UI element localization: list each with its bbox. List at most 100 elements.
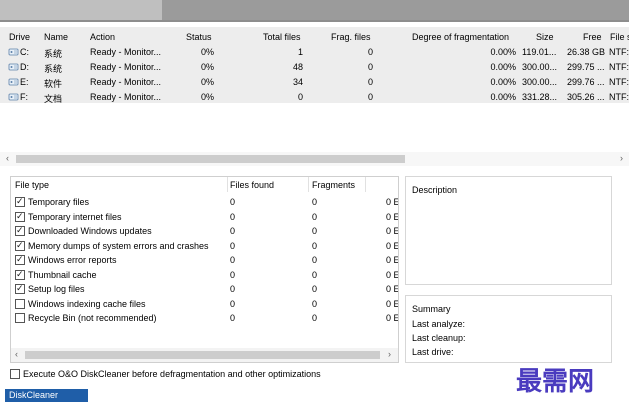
file-type-checkbox[interactable]: ✓ xyxy=(15,239,25,251)
files-found-value: 0 xyxy=(230,313,236,323)
drive-size: 300.00... xyxy=(522,62,558,72)
drive-degree: 0.00% xyxy=(490,77,516,87)
file-type-scrollbar[interactable]: ‹ › xyxy=(11,348,398,362)
file-type-checkbox[interactable]: ✓ xyxy=(15,254,25,265)
drive-size: 331.28... xyxy=(522,92,558,102)
drive-status: 0% xyxy=(200,47,214,57)
drive-total-files: 34 xyxy=(292,77,303,87)
file-type-label: Recycle Bin (not recommended) xyxy=(28,313,157,323)
col-free[interactable]: Free xyxy=(583,32,602,44)
col-files-found[interactable]: Files found xyxy=(230,180,274,192)
drive-row[interactable]: F: 文档 Ready - Monitor... 0% 0 0 0.00% 331.28...… xyxy=(0,91,629,105)
drive-row[interactable]: C: 系统 Ready - Monitor... 0% 1 0 0.00% 119.01...… xyxy=(0,46,629,60)
fragments-value: 0 xyxy=(312,211,318,222)
scroll-left-icon[interactable]: ‹ xyxy=(15,349,18,359)
file-type-row[interactable]: ✓ Temporary files 0 0 0 E xyxy=(11,196,398,210)
file-type-row[interactable]: ✓ Temporary internet files 0 0 0 E xyxy=(11,211,398,225)
scroll-right-icon[interactable]: › xyxy=(620,153,623,163)
drive-letter: F: xyxy=(20,92,28,102)
size-value: 0 E xyxy=(386,298,398,309)
drive-frag-files: 0 xyxy=(367,77,373,87)
drive-size: 300.00... xyxy=(522,77,558,87)
drive-row[interactable]: E: 软件 Ready - Monitor... 0% 34 0 0.00% 300.00..… xyxy=(0,76,629,90)
drive-icon xyxy=(8,63,19,71)
file-type-checkbox[interactable]: ✓ xyxy=(15,210,25,222)
file-type-label: Setup log files xyxy=(28,284,85,294)
col-drive[interactable]: Drive xyxy=(9,32,30,44)
file-type-row[interactable]: Windows indexing cache files 0 0 0 E xyxy=(11,298,398,312)
column-divider xyxy=(227,177,228,192)
file-type-row[interactable]: Recycle Bin (not recommended) 0 0 0 E xyxy=(11,312,398,326)
file-type-row[interactable]: ✓ Downloaded Windows updates 0 0 0 E xyxy=(11,225,398,239)
file-type-row[interactable]: ✓ Setup log files 0 0 0 E xyxy=(11,283,398,297)
execute-checkbox[interactable] xyxy=(10,369,20,379)
file-type-label: Thumbnail cache xyxy=(28,269,97,280)
drive-letter: C: xyxy=(20,47,29,57)
scroll-right-icon[interactable]: › xyxy=(388,349,391,359)
col-name[interactable]: Name xyxy=(44,32,68,44)
fragments-value: 0 xyxy=(312,269,318,280)
file-type-checkbox[interactable]: ✓ xyxy=(15,283,25,294)
size-value: 0 E xyxy=(386,284,398,294)
drive-row[interactable]: D: 系统 Ready - Monitor... 0% 48 0 0.00% 300.00..… xyxy=(0,61,629,75)
check-icon: ✓ xyxy=(16,283,24,293)
description-title: Description xyxy=(412,185,458,195)
drive-name: 系统 xyxy=(44,64,63,74)
check-icon: ✓ xyxy=(16,225,24,235)
scroll-thumb[interactable] xyxy=(16,155,405,163)
drive-icon xyxy=(8,48,19,56)
file-type-checkbox[interactable]: ✓ xyxy=(15,196,25,207)
tab-diskcleaner-label: DiskCleaner xyxy=(9,390,59,400)
col-status[interactable]: Status xyxy=(186,32,212,44)
drive-status: 0% xyxy=(200,77,214,87)
file-type-label: Downloaded Windows updates xyxy=(28,226,152,236)
check-icon: ✓ xyxy=(16,239,24,250)
drive-free: 305.26 ... xyxy=(567,92,605,102)
tab-diskcleaner[interactable]: DiskCleaner xyxy=(5,389,88,402)
check-icon: ✓ xyxy=(16,196,24,206)
file-type-row[interactable]: ✓ Memory dumps of system errors and crash… xyxy=(11,240,398,254)
col-frag-files[interactable]: Frag. files xyxy=(331,32,371,44)
file-type-checkbox[interactable]: ✓ xyxy=(15,225,25,236)
file-type-row[interactable]: ✓ Windows error reports 0 0 0 E xyxy=(11,254,398,268)
files-found-value: 0 xyxy=(230,211,236,222)
file-type-row[interactable]: ✓ Thumbnail cache 0 0 0 E xyxy=(11,269,398,283)
drive-letter: D: xyxy=(20,62,29,72)
file-type-checkbox[interactable] xyxy=(15,313,25,323)
drive-fs: NTF: xyxy=(609,92,629,102)
file-type-checkbox[interactable] xyxy=(15,298,25,309)
file-type-label: Windows error reports xyxy=(28,255,117,265)
scroll-left-icon[interactable]: ‹ xyxy=(6,153,9,163)
col-degree[interactable]: Degree of fragmentation xyxy=(412,32,509,44)
last-drive-label: Last drive: xyxy=(412,347,454,357)
drive-total-files: 48 xyxy=(292,62,303,72)
drive-free: 299.76 ... xyxy=(567,77,605,87)
drive-degree: 0.00% xyxy=(490,62,516,72)
drive-frag-files: 0 xyxy=(367,62,373,72)
col-total-files[interactable]: Total files xyxy=(263,32,301,44)
col-file-type[interactable]: File type xyxy=(15,180,49,192)
check-icon: ✓ xyxy=(16,254,24,264)
files-found-value: 0 xyxy=(230,255,236,265)
drive-total-files: 1 xyxy=(297,47,303,57)
size-value: 0 E xyxy=(386,255,398,265)
fragments-value: 0 xyxy=(312,255,318,265)
column-divider xyxy=(365,177,366,192)
col-size[interactable]: Size xyxy=(536,32,554,44)
drive-icon xyxy=(8,78,19,86)
drive-icon xyxy=(8,93,19,101)
size-value: 0 E xyxy=(386,197,398,207)
scroll-thumb[interactable] xyxy=(25,351,380,359)
col-action[interactable]: Action xyxy=(90,32,115,44)
summary-panel: Summary Last analyze: Last cleanup: Last… xyxy=(405,295,612,363)
drive-status: 0% xyxy=(200,62,214,72)
file-type-checkbox[interactable]: ✓ xyxy=(15,269,25,280)
file-type-label: Memory dumps of system errors and crashe… xyxy=(28,240,209,251)
col-fragments[interactable]: Fragments xyxy=(312,180,355,192)
check-icon: ✓ xyxy=(16,210,24,221)
fragments-value: 0 xyxy=(312,313,318,323)
col-file-system[interactable]: File s xyxy=(610,32,629,44)
drive-list-scrollbar[interactable]: ‹ › xyxy=(0,152,629,166)
drive-name: 系统 xyxy=(44,49,63,59)
execute-label: Execute O&O DiskCleaner before defragmen… xyxy=(23,369,321,379)
